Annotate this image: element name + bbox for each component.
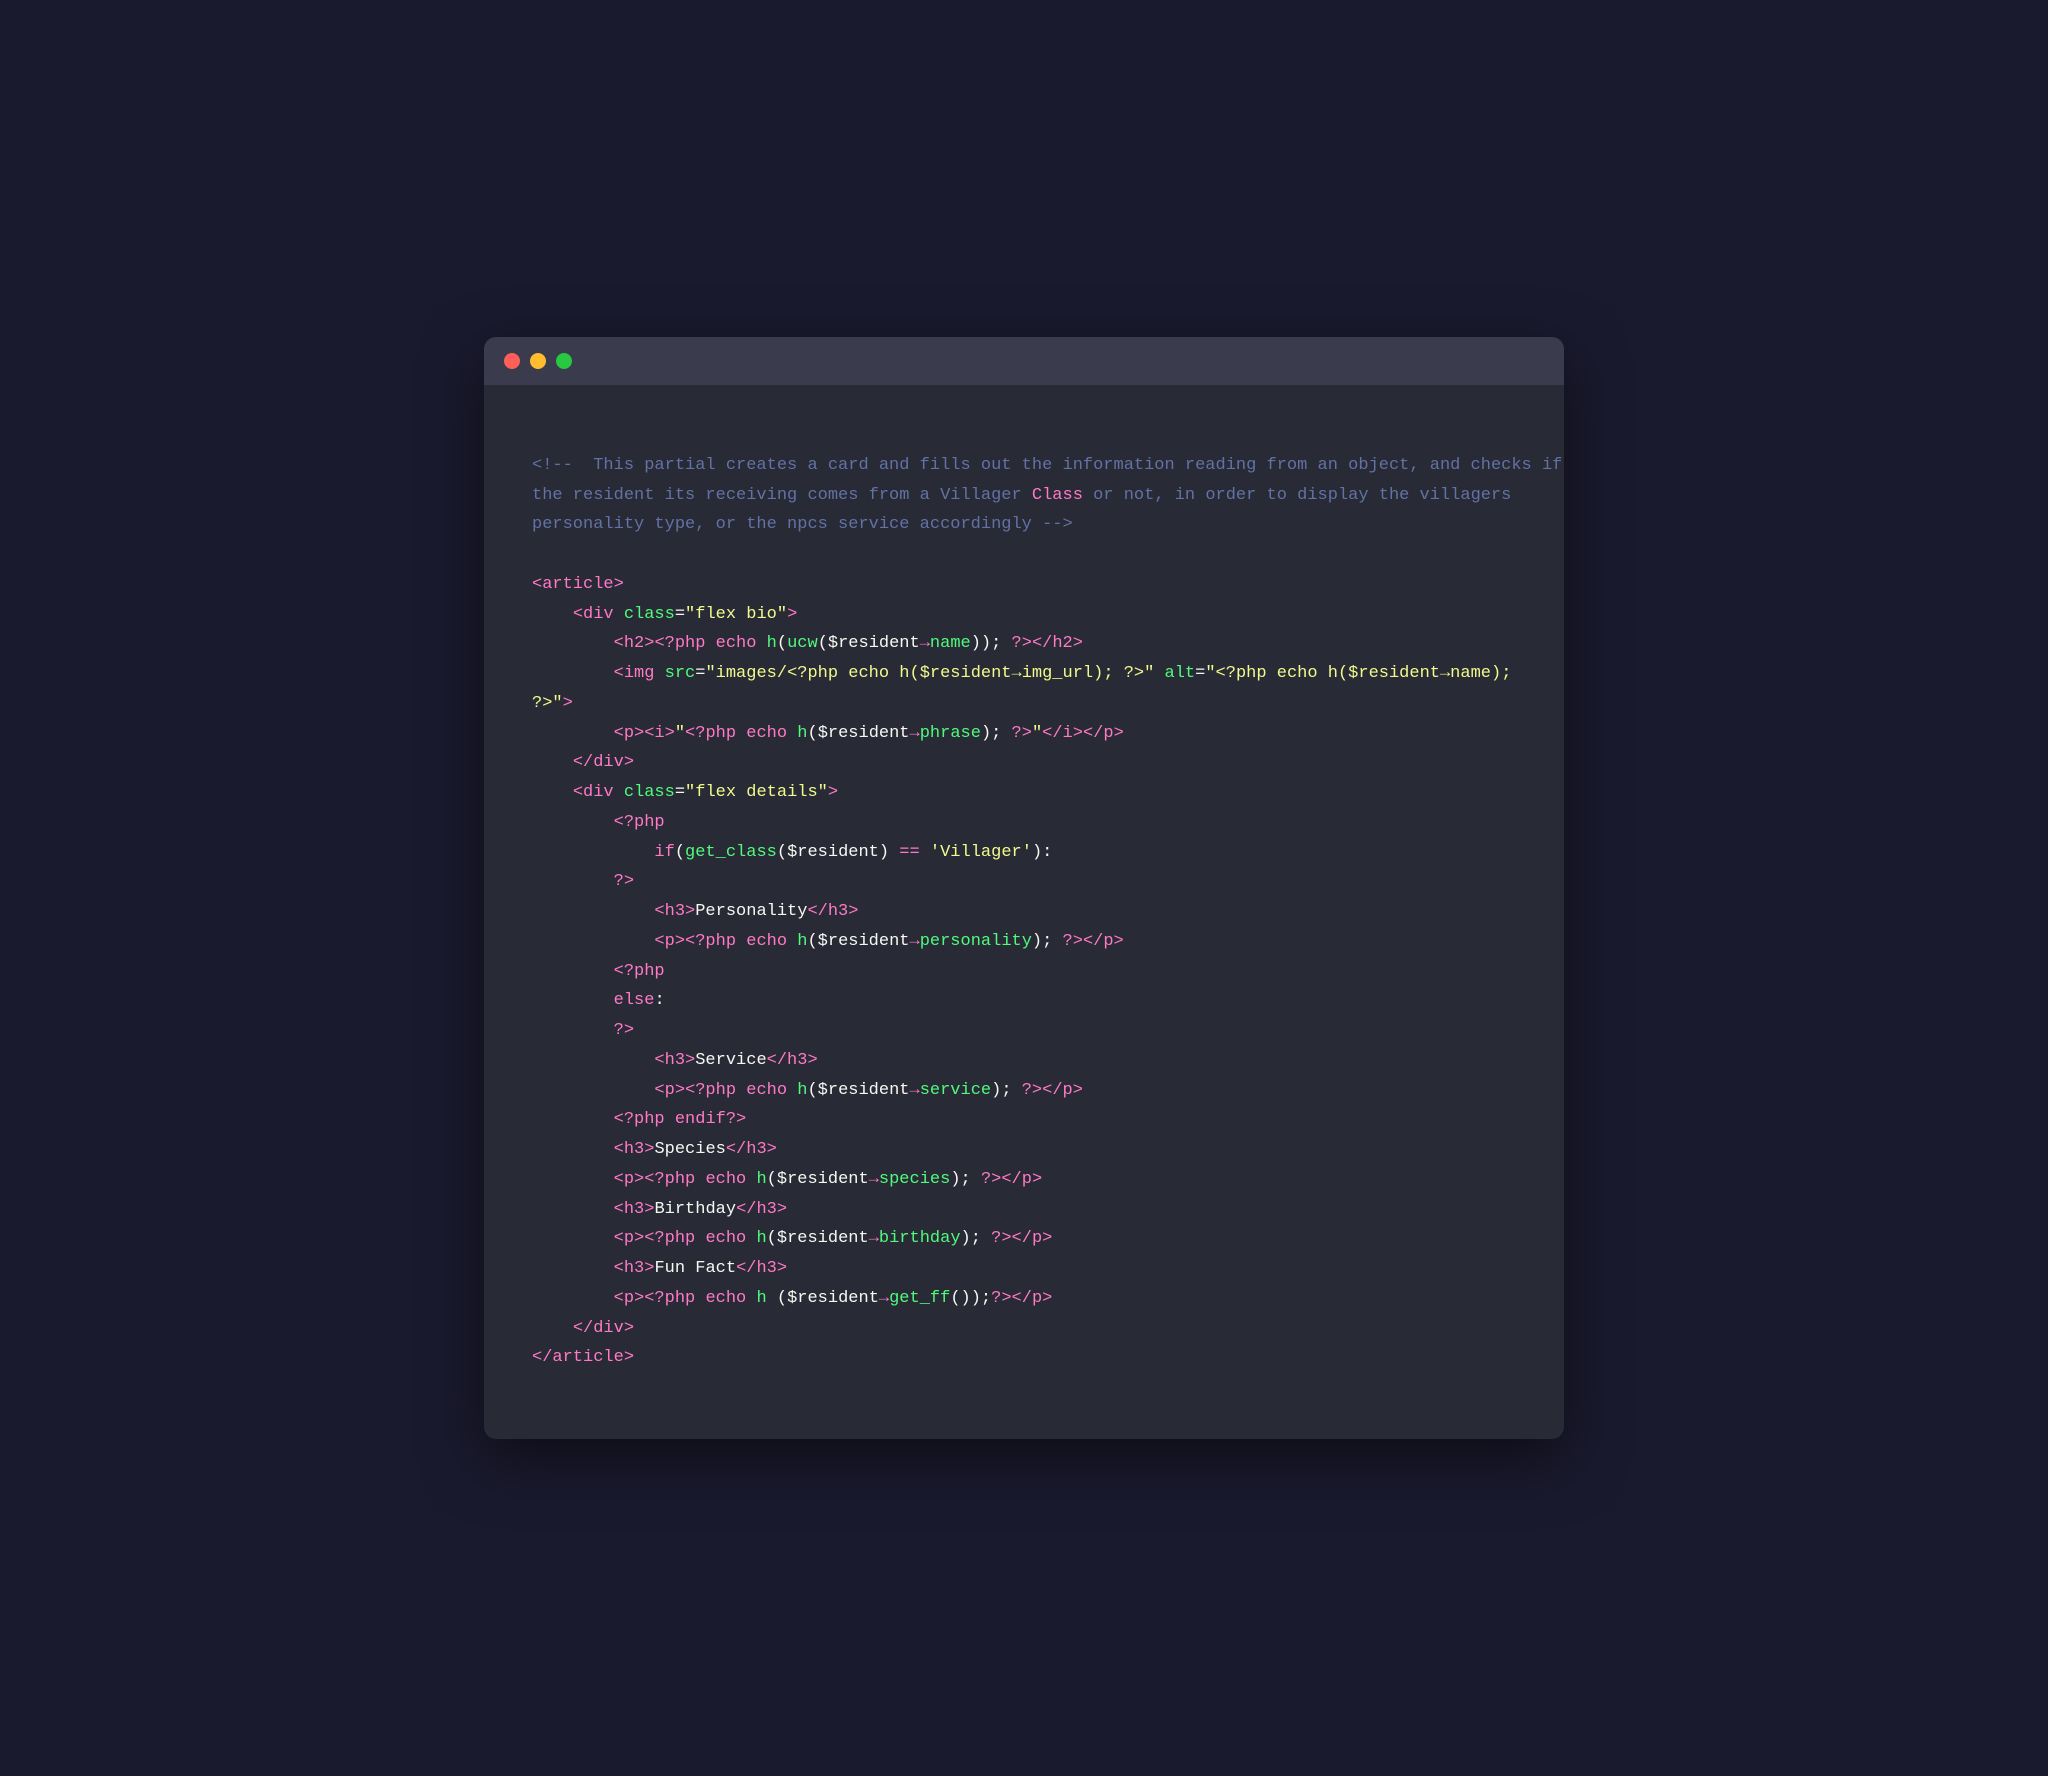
code-window: <!-- This partial creates a card and fil…	[484, 337, 1564, 1439]
titlebar	[484, 337, 1564, 385]
article-open-tag: <article>	[532, 575, 624, 594]
code-editor: <!-- This partial creates a card and fil…	[484, 385, 1564, 1439]
close-button[interactable]	[504, 353, 520, 369]
div-bio-open-tag: <div	[573, 605, 614, 624]
minimize-button[interactable]	[530, 353, 546, 369]
maximize-button[interactable]	[556, 353, 572, 369]
comment-line1: <!-- This partial creates a card and fil…	[532, 456, 1562, 535]
